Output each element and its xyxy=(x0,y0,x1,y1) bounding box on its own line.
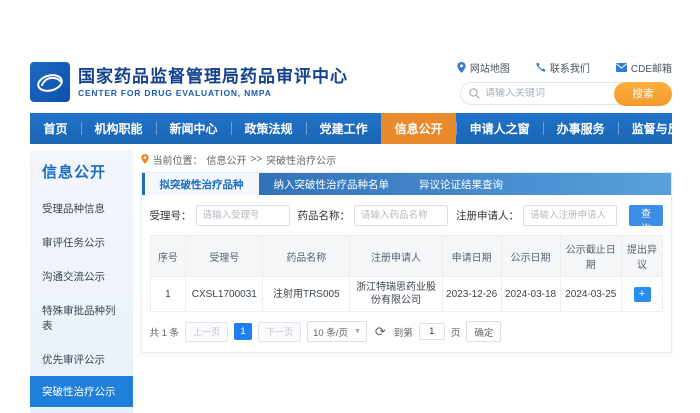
cell-apply-date: 2023-12-26 xyxy=(442,277,501,312)
table-row: 1 CXSL1700031 注射用TRS005 浙江特瑞思药业股份有限公司 20… xyxy=(150,277,663,312)
sidebar-item-communication[interactable]: 沟通交流公示 xyxy=(30,259,133,293)
search-button[interactable]: 搜索 xyxy=(614,82,672,106)
link-contact-label: 联系我们 xyxy=(550,60,590,75)
cde-logo-icon xyxy=(30,62,70,102)
page-size-value: 10 条/页 xyxy=(313,325,348,339)
acceptance-no-input[interactable] xyxy=(196,205,290,226)
breadcrumb: 当前位置： 信息公开 >> 突破性治疗公示 xyxy=(141,151,673,167)
filter-acceptance-no-label: 受理号： xyxy=(150,208,192,223)
site-wrapper: 国家药品监督管理局药品审评中心 CENTER FOR DRUG EVALUATI… xyxy=(30,56,672,413)
page-size-select[interactable]: 10 条/页 ▼ xyxy=(307,321,367,342)
nav-item-services[interactable]: 办事服务 xyxy=(543,113,618,144)
nav-item-info-disclosure[interactable]: 信息公开 xyxy=(381,113,456,144)
results-table: 序号 受理号 药品名称 注册申请人 申请日期 公示日期 公示截止日期 提出异议 xyxy=(150,235,664,312)
cell-acceptance-no: CXSL1700031 xyxy=(186,277,263,312)
tab-proposed-breakthrough[interactable]: 拟突破性治疗品种 xyxy=(142,173,259,195)
filter-applicant-label: 注册申请人： xyxy=(456,208,519,223)
site-search: 搜索 xyxy=(460,82,672,105)
sidebar-item-accepted-varieties[interactable]: 受理品种信息 xyxy=(30,191,133,225)
cell-drug-name: 注射用TRS005 xyxy=(263,277,350,312)
filter-drug-name-label: 药品名称： xyxy=(298,208,351,223)
link-mail[interactable]: CDE邮箱 xyxy=(616,60,672,75)
next-page-button[interactable]: 下一页 xyxy=(258,322,301,342)
chevron-down-icon: ▼ xyxy=(354,328,361,335)
col-apply-date: 申请日期 xyxy=(442,236,501,277)
nav-item-applicant-window[interactable]: 申请人之窗 xyxy=(456,113,543,144)
prev-page-button[interactable]: 上一页 xyxy=(185,322,228,342)
tab-bar: 拟突破性治疗品种 纳入突破性治疗品种名单 异议论证结果查询 xyxy=(142,173,672,195)
sidebar-item-priority-review[interactable]: 优先审评公示 xyxy=(30,342,133,376)
filter-acceptance-no: 受理号： xyxy=(150,205,290,226)
filter-applicant: 注册申请人： xyxy=(456,205,617,226)
add-objection-button[interactable]: + xyxy=(634,287,651,302)
sidebar-item-breakthrough-therapy[interactable]: 突破性治疗公示 xyxy=(30,376,133,407)
goto-prefix: 到第 xyxy=(394,325,413,339)
filter-drug-name: 药品名称： xyxy=(298,205,449,226)
brand-text: 国家药品监督管理局药品审评中心 CENTER FOR DRUG EVALUATI… xyxy=(78,66,348,98)
tab-included-breakthrough-list[interactable]: 纳入突破性治疗品种名单 xyxy=(259,173,405,195)
col-publicity-deadline: 公示截止日期 xyxy=(560,236,622,277)
tab-objection-result-query[interactable]: 异议论证结果查询 xyxy=(404,173,518,195)
quick-links: 网站地图 联系我们 CDE邮箱 xyxy=(457,60,672,75)
search-icon xyxy=(469,88,480,99)
link-contact[interactable]: 联系我们 xyxy=(536,60,590,75)
pagination: 共 1 条 上一页 1 下一页 10 条/页 ▼ ⟳ 到第 页 确定 xyxy=(142,312,672,343)
goto-confirm-button[interactable]: 确定 xyxy=(466,321,501,342)
col-index: 序号 xyxy=(150,236,186,277)
col-acceptance-no: 受理号 xyxy=(186,236,263,277)
cell-applicant: 浙江特瑞思药业股份有限公司 xyxy=(350,277,442,312)
nav-item-policies[interactable]: 政策法规 xyxy=(231,113,306,144)
col-raise-objection: 提出异议 xyxy=(622,236,663,277)
breadcrumb-location-label: 当前位置： xyxy=(153,152,203,167)
breadcrumb-section[interactable]: 信息公开 xyxy=(207,152,247,167)
mail-icon xyxy=(616,63,627,72)
sidebar-title: 信息公开 xyxy=(30,150,133,191)
main-nav: 首页 机构职能 新闻中心 政策法规 党建工作 信息公开 申请人之窗 办事服务 监… xyxy=(30,113,672,144)
map-pin-icon xyxy=(457,62,466,73)
link-sitemap-label: 网站地图 xyxy=(470,60,510,75)
breadcrumb-current: 突破性治疗公示 xyxy=(266,152,336,167)
current-page[interactable]: 1 xyxy=(234,323,252,340)
site-title: 国家药品监督管理局药品审评中心 xyxy=(78,66,348,87)
brand: 国家药品监督管理局药品审评中心 CENTER FOR DRUG EVALUATI… xyxy=(30,62,348,102)
drug-name-input[interactable] xyxy=(354,205,448,226)
sidebar-item-special-approval[interactable]: 特殊审批品种列表 xyxy=(30,293,133,342)
cell-index: 1 xyxy=(150,277,186,312)
header-right: 网站地图 联系我们 CDE邮箱 搜索 xyxy=(457,60,672,105)
nav-item-home[interactable]: 首页 xyxy=(30,113,81,144)
col-drug-name: 药品名称 xyxy=(263,236,350,277)
content-card: 拟突破性治疗品种 纳入突破性治疗品种名单 异议论证结果查询 受理号： 药品名称：… xyxy=(141,172,673,353)
breadcrumb-separator: >> xyxy=(251,154,263,165)
link-mail-label: CDE邮箱 xyxy=(631,60,672,75)
phone-icon xyxy=(536,62,546,72)
link-sitemap[interactable]: 网站地图 xyxy=(457,60,510,75)
pagination-total: 共 1 条 xyxy=(150,325,180,339)
applicant-input[interactable] xyxy=(523,205,617,226)
refresh-icon[interactable]: ⟳ xyxy=(375,325,386,338)
filter-form: 受理号： 药品名称： 注册申请人： 查询 xyxy=(142,195,672,235)
site-subtitle: CENTER FOR DRUG EVALUATION, NMPA xyxy=(78,88,348,98)
nav-item-news[interactable]: 新闻中心 xyxy=(156,113,231,144)
header: 国家药品监督管理局药品审评中心 CENTER FOR DRUG EVALUATI… xyxy=(30,56,672,108)
sidebar: 信息公开 受理品种信息 审评任务公示 沟通交流公示 特殊审批品种列表 优先审评公… xyxy=(30,150,133,413)
main-content: 当前位置： 信息公开 >> 突破性治疗公示 拟突破性治疗品种 纳入突破性治疗品种名… xyxy=(141,150,673,353)
nav-item-party[interactable]: 党建工作 xyxy=(306,113,381,144)
goto-suffix: 页 xyxy=(451,325,461,339)
col-publicity-date: 公示日期 xyxy=(501,236,560,277)
goto-page-input[interactable] xyxy=(419,323,445,340)
sidebar-item-review-tasks[interactable]: 审评任务公示 xyxy=(30,225,133,259)
table-header-row: 序号 受理号 药品名称 注册申请人 申请日期 公示日期 公示截止日期 提出异议 xyxy=(150,236,663,277)
cell-publicity-date: 2024-03-18 xyxy=(501,277,560,312)
cell-publicity-deadline: 2024-03-25 xyxy=(560,277,622,312)
breadcrumb-pin-icon xyxy=(141,154,149,164)
nav-item-supervision[interactable]: 监督与反馈 xyxy=(618,113,700,144)
query-button[interactable]: 查询 xyxy=(629,205,663,226)
col-applicant: 注册申请人 xyxy=(350,236,442,277)
nav-item-functions[interactable]: 机构职能 xyxy=(81,113,156,144)
